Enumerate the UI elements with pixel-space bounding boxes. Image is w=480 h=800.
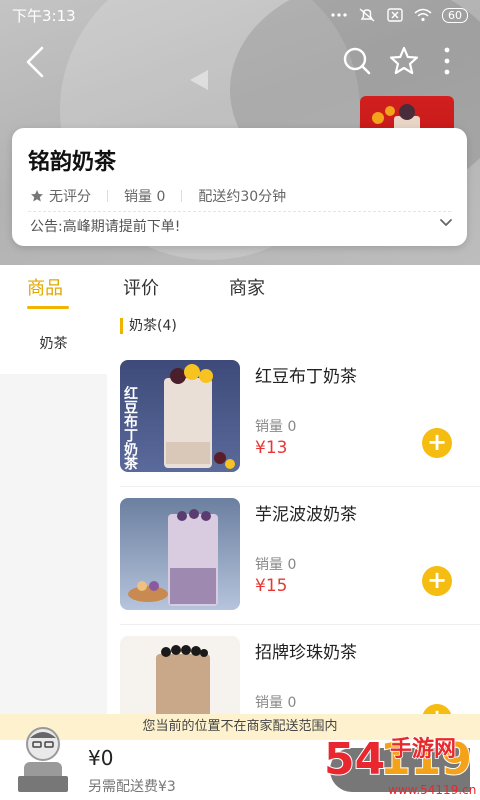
status-bar: 下午3:13 60 — [0, 0, 480, 30]
svg-text:手游网: 手游网 — [390, 736, 456, 762]
battery-icon: 60 — [442, 7, 468, 23]
product-image: 红豆布丁奶茶 — [120, 360, 240, 472]
product-image — [120, 498, 240, 610]
product-price: ¥13 — [255, 438, 288, 458]
tab-bar: 商品 评价 商家 — [0, 268, 480, 312]
product-item[interactable]: 红豆布丁奶茶 红豆布丁奶茶 销量 0 ¥13 + — [107, 360, 480, 498]
delivery-fee: 另需配送费¥3 — [88, 779, 176, 795]
shop-sales: 销量 0 — [124, 189, 166, 205]
product-sales: 销量 0 — [255, 557, 297, 573]
search-icon[interactable] — [342, 46, 372, 76]
product-image — [120, 636, 240, 714]
cart-avatar-icon[interactable] — [12, 718, 74, 794]
active-tab-indicator — [27, 306, 69, 309]
add-to-cart-button[interactable]: + — [422, 566, 452, 596]
product-name: 红豆布丁奶茶 — [255, 367, 357, 387]
tab-reviews[interactable]: 评价 — [123, 274, 159, 300]
tab-products[interactable]: 商品 — [27, 274, 63, 300]
sidebar-item-milk-tea[interactable]: 奶茶 — [0, 312, 107, 374]
product-item[interactable]: 招牌珍珠奶茶 销量 0 + — [107, 636, 480, 714]
sim-icon — [387, 8, 403, 22]
top-nav — [0, 40, 480, 84]
cart-total: ¥0 — [88, 746, 114, 770]
site-watermark-logo: 54 119 手游网 www.54119.cn — [323, 733, 476, 797]
back-arrow-icon[interactable] — [22, 44, 52, 80]
add-to-cart-button[interactable]: + — [422, 428, 452, 458]
chevron-down-icon[interactable] — [439, 216, 453, 230]
product-name: 招牌珍珠奶茶 — [255, 643, 357, 663]
rating-star-icon — [31, 190, 43, 202]
shop-name: 铭韵奶茶 — [28, 150, 117, 175]
more-dots-icon — [331, 13, 347, 17]
product-name: 芋泥波波奶茶 — [255, 505, 357, 525]
tab-merchant[interactable]: 商家 — [229, 274, 265, 300]
more-vertical-icon[interactable] — [440, 46, 454, 76]
product-sales: 销量 0 — [255, 419, 297, 435]
product-image-text: 红豆布丁奶茶 — [122, 385, 139, 471]
category-sidebar: 奶茶 — [0, 312, 107, 722]
product-sales: 销量 0 — [255, 695, 297, 711]
shop-notice: 公告:高峰期请提前下单! — [30, 219, 181, 235]
favorite-star-icon[interactable] — [388, 45, 420, 77]
status-time: 下午3:13 — [12, 6, 76, 25]
product-item[interactable]: 芋泥波波奶茶 销量 0 ¥15 + — [107, 498, 480, 636]
alarm-off-icon — [359, 8, 375, 22]
product-price: ¥15 — [255, 576, 288, 596]
shop-delivery-time: 配送约30分钟 — [198, 189, 287, 205]
shop-info-card[interactable]: 铭韵奶茶 无评分 销量 0 配送约30分钟 公告:高峰期请提前下单! — [12, 128, 467, 246]
shop-rating: 无评分 — [49, 189, 91, 205]
svg-text:54: 54 — [324, 734, 385, 785]
shop-meta: 无评分 销量 0 配送约30分钟 — [30, 186, 286, 206]
svg-text:www.54119.cn: www.54119.cn — [388, 783, 476, 797]
wifi-icon — [414, 8, 432, 22]
section-title: 奶茶(4) — [120, 318, 177, 334]
